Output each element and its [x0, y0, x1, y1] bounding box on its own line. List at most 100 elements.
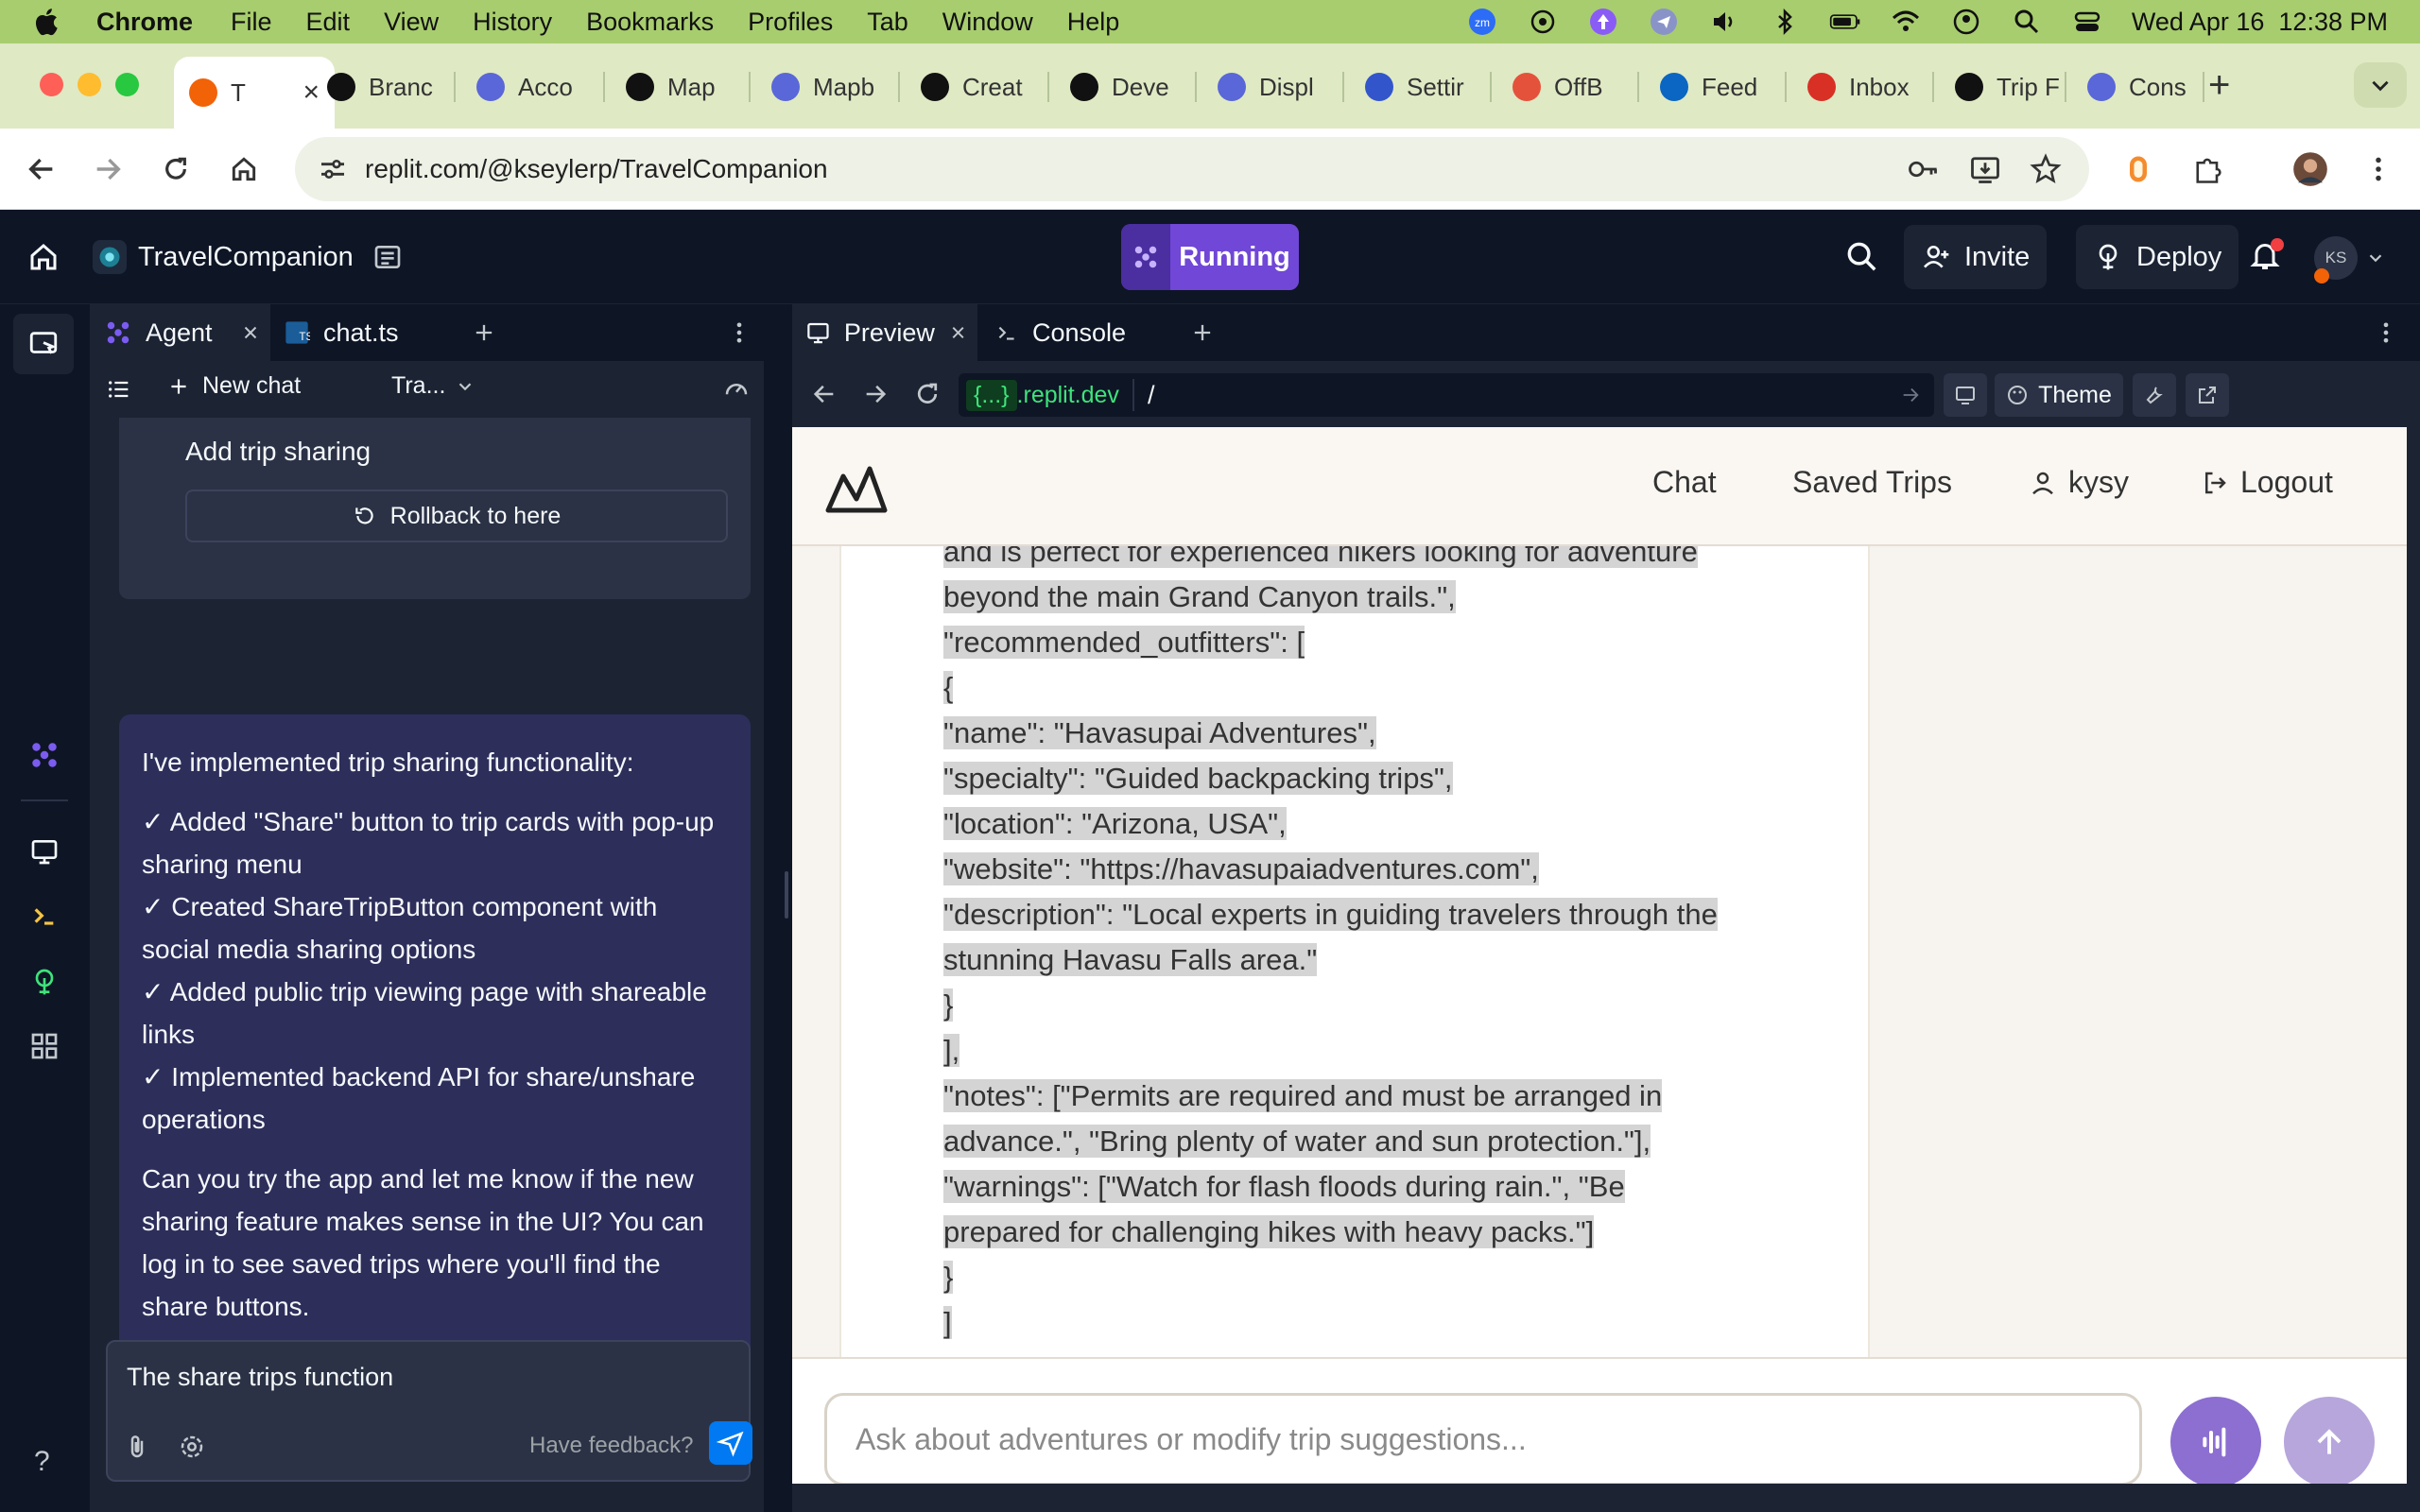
run-button[interactable]: Running [1121, 224, 1299, 290]
nav-saved-trips[interactable]: Saved Trips [1792, 465, 1952, 500]
close-window-button[interactable] [40, 73, 63, 96]
invite-button[interactable]: Invite [1904, 225, 2048, 289]
open-new-tab-button[interactable] [2186, 373, 2229, 417]
new-chat-button[interactable]: New chat [166, 372, 301, 400]
tab-console[interactable]: Console [985, 304, 1165, 361]
browser-tab[interactable]: OffB [1497, 55, 1639, 119]
browser-tab[interactable]: Displ [1202, 55, 1344, 119]
deploy-button[interactable]: Deploy [2076, 225, 2239, 289]
settings-icon[interactable] [178, 1433, 206, 1461]
install-app-icon[interactable] [1966, 150, 2004, 188]
dev-host-badge[interactable]: {...} [966, 379, 1017, 411]
upload-status-icon[interactable] [1587, 6, 1619, 38]
usage-gauge-icon[interactable] [722, 374, 751, 403]
tab-chat-ts[interactable]: TS chat.ts [274, 304, 454, 361]
close-icon[interactable] [240, 322, 261, 343]
chat-messages[interactable]: Add trip sharing Rollback to here I've i… [119, 418, 754, 1457]
browser-tab-active[interactable]: T × [174, 57, 335, 129]
spotlight-search-icon[interactable] [2011, 6, 2043, 38]
browser-tab[interactable]: Deve [1055, 55, 1197, 119]
voice-button[interactable] [2170, 1397, 2261, 1484]
add-tab-icon[interactable] [1189, 319, 1216, 346]
notifications-button[interactable] [2248, 238, 2284, 276]
bluetooth-icon[interactable] [1769, 6, 1801, 38]
home-icon[interactable] [26, 240, 60, 274]
menu-history[interactable]: History [473, 8, 552, 37]
user-status-icon[interactable] [1950, 6, 1982, 38]
site-logo-icon[interactable] [824, 461, 889, 516]
agent-tool-icon[interactable] [26, 737, 62, 773]
back-button[interactable] [21, 148, 62, 190]
tab-search-button[interactable] [2354, 62, 2407, 108]
home-button[interactable] [223, 148, 265, 190]
menu-profiles[interactable]: Profiles [748, 8, 833, 37]
extensions-puzzle-icon[interactable] [2189, 150, 2227, 188]
agent-input[interactable]: The share trips function Have feedback? [106, 1340, 752, 1482]
chrome-menu-icon[interactable] [2360, 150, 2397, 188]
chevron-down-icon[interactable] [2365, 248, 2386, 268]
device-toggle-button[interactable] [1944, 373, 1987, 417]
address-bar[interactable]: replit.com/@kseylerp/TravelCompanion [295, 137, 2089, 201]
reload-button[interactable] [155, 148, 197, 190]
browser-tab[interactable]: Trip F [1940, 55, 2066, 119]
chat-history-dropdown[interactable]: Tra... [391, 372, 475, 400]
tab-agent[interactable]: Agent [91, 304, 270, 361]
arrow-right-icon[interactable] [1900, 385, 1921, 405]
bookmark-star-icon[interactable] [2027, 150, 2065, 188]
browser-tab[interactable]: Mapb [756, 55, 900, 119]
pane-resize-handle[interactable] [764, 304, 792, 1512]
chat-list-icon[interactable] [106, 376, 132, 403]
forward-button[interactable] [87, 148, 129, 190]
json-response[interactable]: and is perfect for experienced hikers lo… [943, 546, 1851, 1346]
chat-response-area[interactable]: and is perfect for experienced hikers lo… [839, 546, 1870, 1357]
theme-button[interactable]: Theme [1995, 373, 2123, 417]
url-text[interactable]: replit.com/@kseylerp/TravelCompanion [365, 154, 828, 184]
rollback-button[interactable]: Rollback to here [185, 490, 728, 542]
gamepad-status-icon[interactable] [1527, 6, 1559, 38]
send-status-icon[interactable] [1648, 6, 1680, 38]
file-tree-icon[interactable] [13, 314, 74, 374]
menu-tab[interactable]: Tab [867, 8, 908, 37]
zoom-status-icon[interactable]: zm [1466, 6, 1498, 38]
browser-tab[interactable]: Cons [2072, 55, 2204, 119]
battery-icon[interactable] [1829, 6, 1861, 38]
menu-app-name[interactable]: Chrome [96, 8, 193, 37]
feedback-link[interactable]: Have feedback? [529, 1433, 693, 1459]
devtools-button[interactable] [2133, 373, 2176, 417]
profile-avatar[interactable] [2291, 150, 2329, 188]
zoom-window-button[interactable] [115, 73, 139, 96]
menubar-clock[interactable]: Wed Apr 16 12:38 PM [2132, 8, 2388, 37]
preview-url-field[interactable]: {...} .replit.dev / [959, 373, 1934, 417]
arrow-right-icon[interactable] [862, 381, 889, 407]
browser-tab[interactable]: Acco [461, 55, 605, 119]
send-button[interactable] [709, 1421, 752, 1465]
site-info-icon[interactable] [318, 154, 348, 184]
project-name[interactable]: TravelCompanion [138, 242, 354, 273]
ask-input[interactable]: Ask about adventures or modify trip sugg… [824, 1393, 2142, 1484]
passwords-icon[interactable] [1904, 150, 1942, 188]
nav-logout[interactable]: Logout [2201, 465, 2333, 500]
all-tools-icon[interactable] [26, 1028, 62, 1064]
menu-help[interactable]: Help [1067, 8, 1120, 37]
menu-bookmarks[interactable]: Bookmarks [586, 8, 714, 37]
agent-input-text[interactable]: The share trips function [127, 1363, 393, 1392]
attach-icon[interactable] [123, 1433, 151, 1461]
apple-icon[interactable] [32, 6, 59, 38]
pane-menu-icon[interactable] [2373, 319, 2399, 346]
browser-tab[interactable]: Inbox [1792, 55, 1934, 119]
console-tool-icon[interactable] [26, 898, 62, 934]
control-center-icon[interactable] [2071, 6, 2103, 38]
browser-tab[interactable]: Creat [906, 55, 1049, 119]
add-tab-icon[interactable] [471, 319, 497, 346]
menu-view[interactable]: View [384, 8, 439, 37]
browser-tab[interactable]: Branc [312, 55, 456, 119]
browser-tab[interactable]: Feed [1645, 55, 1787, 119]
preview-path[interactable]: / [1148, 381, 1155, 410]
menu-file[interactable]: File [231, 8, 272, 37]
deployments-tool-icon[interactable] [26, 964, 62, 1000]
menu-edit[interactable]: Edit [306, 8, 351, 37]
project-info-icon[interactable] [372, 242, 403, 272]
new-tab-button[interactable]: + [2208, 66, 2230, 104]
minimize-window-button[interactable] [78, 73, 101, 96]
close-icon[interactable] [948, 322, 968, 343]
